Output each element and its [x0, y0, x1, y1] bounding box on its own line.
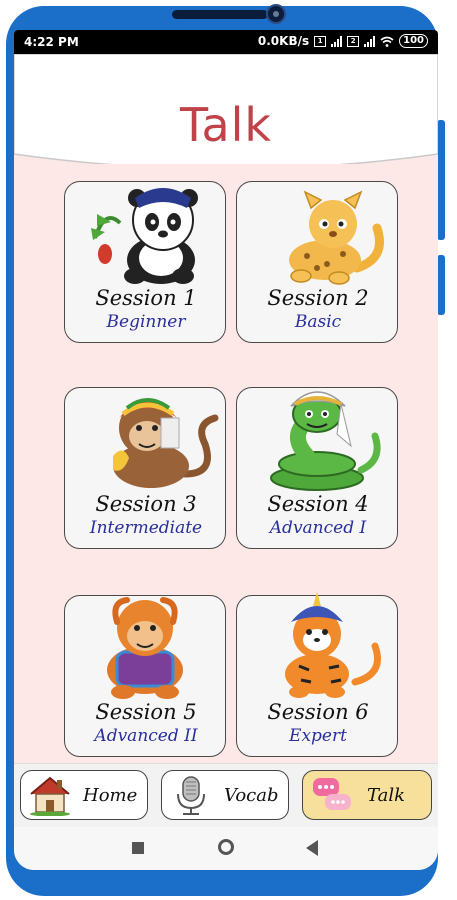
microphone-icon [177, 776, 205, 815]
session-title: Session 1 [95, 286, 197, 310]
status-indicators: 0.0KB/s 1 2 100 [258, 34, 428, 48]
page-title: Talk [179, 98, 273, 152]
front-camera [266, 4, 286, 24]
tab-talk-label: Talk [367, 785, 406, 806]
phone-frame: 4:22 PM 0.0KB/s 1 2 100 Talk Session 1 B… [0, 0, 457, 900]
session-card-2[interactable]: Session 2 Basic [236, 181, 398, 343]
power-button [437, 255, 445, 315]
speaker-grille [172, 10, 268, 19]
signal-icon [364, 35, 376, 47]
session-title: Session 5 [95, 700, 197, 724]
status-time: 4:22 PM [24, 35, 79, 49]
orangutan-icon [107, 597, 183, 699]
app-screen: 4:22 PM 0.0KB/s 1 2 100 Talk Session 1 B… [14, 30, 438, 870]
session-card-1[interactable]: Session 1 Beginner [64, 181, 226, 343]
session-level: Basic [294, 312, 342, 332]
wifi-icon [380, 36, 394, 47]
tab-vocab[interactable]: Vocab [161, 770, 289, 820]
tab-vocab-label: Vocab [224, 785, 279, 806]
sim1-badge: 1 [314, 35, 327, 47]
snake-icon [270, 391, 381, 491]
session-level: Expert [289, 726, 347, 746]
page-header: Talk [14, 54, 438, 164]
home-nav-button[interactable] [218, 839, 234, 855]
leopard-icon [289, 190, 384, 285]
session-level: Advanced II [94, 726, 198, 746]
session-title: Session 6 [267, 700, 369, 724]
session-level: Intermediate [89, 518, 203, 538]
session-title: Session 4 [267, 492, 369, 516]
chat-bubbles-icon [313, 778, 351, 810]
status-bar: 4:22 PM 0.0KB/s 1 2 100 [14, 30, 438, 54]
signal-icon [331, 35, 343, 47]
system-nav-bar [14, 827, 438, 870]
network-speed: 0.0KB/s [257, 34, 310, 48]
monkey-icon [113, 398, 219, 488]
session-level: Beginner [106, 312, 186, 332]
panda-icon [91, 188, 198, 284]
session-title: Session 2 [267, 286, 369, 310]
back-button[interactable] [306, 840, 318, 856]
session-card-6[interactable]: Session 6 Expert [236, 592, 398, 757]
volume-button [437, 120, 445, 240]
tiger-icon [285, 592, 381, 698]
session-level: Advanced I [269, 518, 367, 538]
session-title: Session 3 [95, 492, 197, 516]
tab-home-label: Home [83, 785, 138, 806]
battery-icon: 100 [399, 34, 428, 48]
recents-button[interactable] [132, 842, 144, 854]
session-card-3[interactable]: Session 3 Intermediate [64, 387, 226, 549]
bottom-tab-bar: Home Vocab Talk [14, 763, 438, 828]
house-icon [30, 776, 70, 816]
tab-talk[interactable]: Talk [302, 770, 432, 820]
session-card-4[interactable]: Session 4 Advanced I [236, 387, 398, 549]
sim2-badge: 2 [347, 35, 360, 47]
tab-home[interactable]: Home [20, 770, 148, 820]
session-card-5[interactable]: Session 5 Advanced II [64, 595, 226, 757]
